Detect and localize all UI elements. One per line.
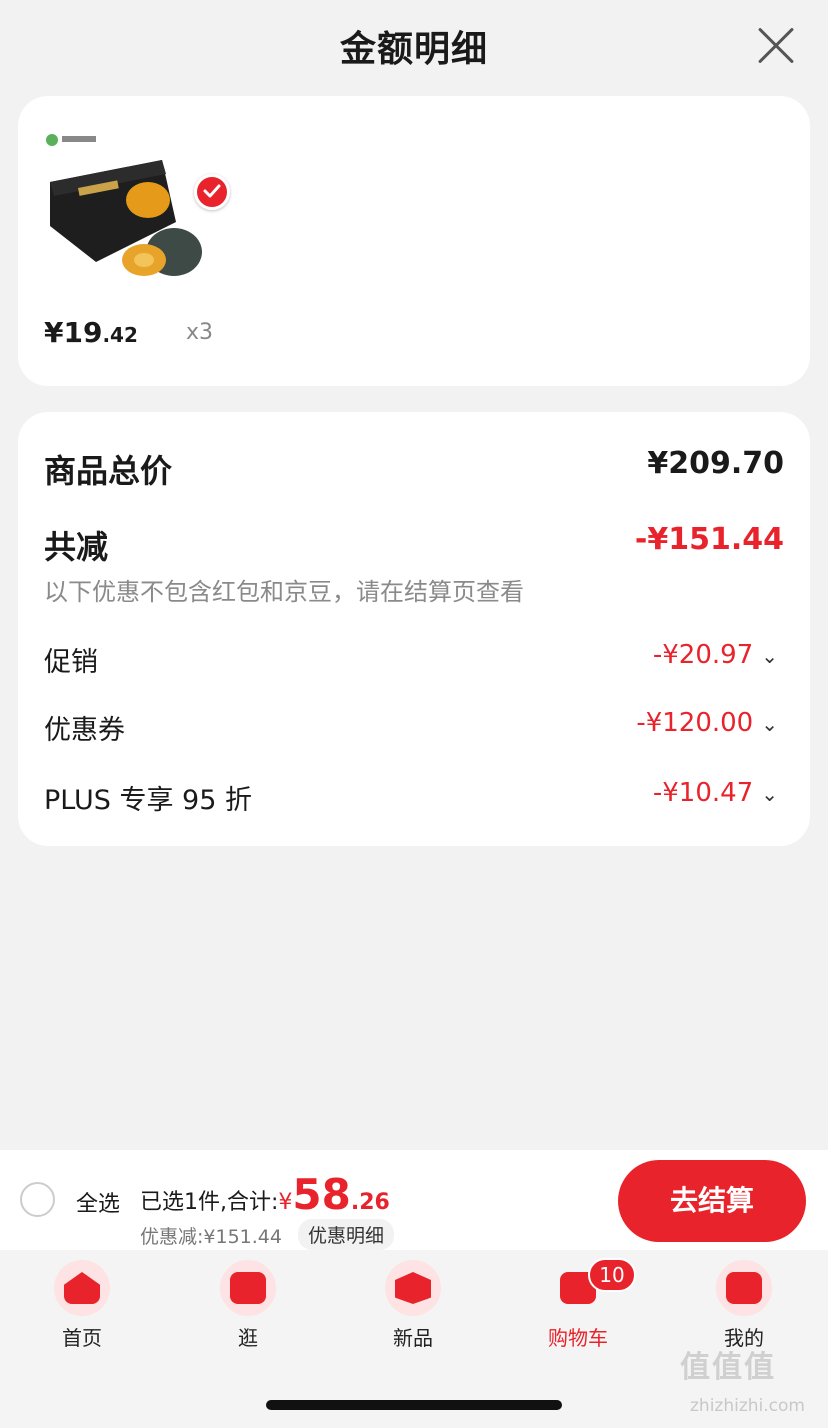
order-summary: 已选1件,合计:¥58.26 [140, 1174, 390, 1216]
home-indicator[interactable] [266, 1400, 562, 1410]
tab-label: 新品 [393, 1326, 433, 1350]
home-icon [54, 1260, 110, 1316]
reduce-value: -¥151.44 [634, 522, 784, 557]
header: 金额明细 [0, 0, 828, 90]
plus-value: -¥10.47 ⌄ [653, 778, 778, 808]
tab-stroll[interactable]: 逛 [188, 1260, 308, 1360]
checkout-bar: 全选 已选1件,合计:¥58.26 优惠减:¥151.44 优惠明细 去结算 [0, 1150, 828, 1250]
chevron-down-icon[interactable]: ⌄ [761, 712, 778, 736]
price-main: ¥19 [44, 316, 103, 349]
close-icon[interactable] [756, 26, 796, 66]
product-price: ¥19.42 [44, 316, 138, 349]
tab-cart[interactable]: 10 购物车 [518, 1258, 638, 1360]
selected-count-text: 已选1件,合计: [140, 1190, 279, 1215]
total-value: ¥209.70 [647, 446, 784, 481]
stroll-icon [220, 1260, 276, 1316]
checkbox-selected-icon[interactable] [194, 174, 230, 210]
amount-detail-card: 商品总价 ¥209.70 共减 -¥151.44 以下优惠不包含红包和京豆，请在… [18, 412, 810, 846]
discount-summary: 优惠减:¥151.44 [140, 1226, 282, 1248]
amount-decimal: .26 [350, 1190, 390, 1215]
promo-label: 促销 [44, 647, 98, 678]
total-label: 商品总价 [44, 452, 173, 490]
watermark-url: zhizhizhi.com [690, 1396, 805, 1416]
discount-note: 以下优惠不包含红包和京豆，请在结算页查看 [44, 578, 524, 606]
select-all-label[interactable]: 全选 [76, 1186, 120, 1218]
tab-label: 首页 [62, 1326, 102, 1350]
chevron-down-icon[interactable]: ⌄ [761, 782, 778, 806]
product-quantity: x3 [186, 320, 214, 345]
chevron-down-icon[interactable]: ⌄ [761, 644, 778, 668]
reduce-label: 共减 [44, 528, 109, 566]
plus-label: PLUS 专享 95 折 [44, 785, 252, 816]
tab-label: 逛 [238, 1326, 258, 1350]
tab-home[interactable]: 首页 [22, 1260, 142, 1360]
coupon-label: 优惠券 [44, 715, 125, 746]
promo-amount: -¥20.97 [652, 640, 754, 670]
discount-detail-link[interactable]: 优惠明细 [298, 1219, 395, 1250]
product-image [46, 134, 202, 276]
plus-amount: -¥10.47 [652, 778, 754, 808]
coupon-amount: -¥120.00 [636, 708, 754, 738]
profile-icon [716, 1260, 772, 1316]
currency-symbol: ¥ [278, 1190, 293, 1215]
select-all-radio[interactable] [20, 1182, 55, 1217]
price-decimal: .42 [102, 323, 138, 347]
coupon-value: -¥120.00 ⌄ [636, 708, 778, 738]
product-card: ¥19.42 x3 [18, 96, 810, 386]
tab-new[interactable]: 新品 [353, 1260, 473, 1360]
cart-count-badge: 10 [588, 1258, 636, 1292]
promo-value: -¥20.97 ⌄ [653, 640, 778, 670]
new-product-icon [385, 1260, 441, 1316]
checkout-button[interactable]: 去结算 [618, 1160, 806, 1242]
product-item[interactable] [44, 130, 230, 390]
amount-integer: 58 [292, 1170, 351, 1219]
watermark-logo: 值值值 [680, 1350, 776, 1385]
page-title: 金额明细 [339, 29, 488, 70]
tab-label: 购物车 [548, 1326, 608, 1350]
